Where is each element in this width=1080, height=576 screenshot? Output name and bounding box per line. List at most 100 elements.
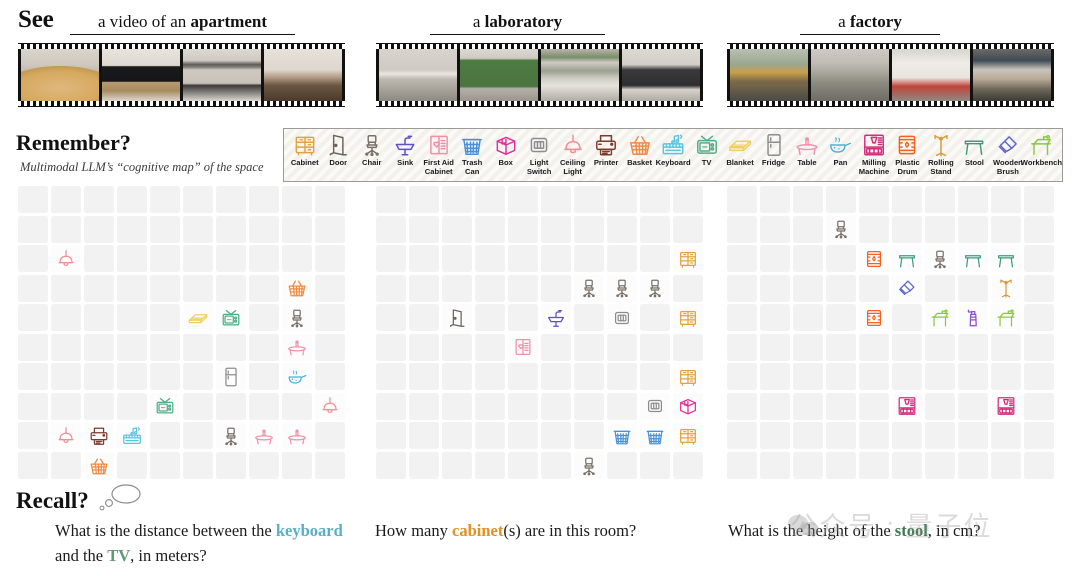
map-cell-empty	[441, 363, 473, 391]
table-icon	[794, 132, 820, 158]
map-cell-empty	[18, 245, 49, 273]
legend-item-stool: Stool	[958, 132, 991, 168]
map-cell-empty	[957, 333, 989, 361]
workbench-icon	[1028, 132, 1054, 158]
question-text: (s) are in this room?	[503, 521, 637, 540]
keyboard-icon	[660, 132, 686, 158]
map-cell-empty	[727, 392, 758, 420]
map-cell-empty	[759, 304, 791, 332]
map-cell-empty	[83, 333, 115, 361]
map-cell-empty	[792, 186, 824, 213]
map-cell-empty	[314, 245, 345, 273]
legend-item-label: Blanket	[726, 158, 754, 167]
legend-item-light-switch: Light Switch	[522, 132, 555, 176]
map-cell-empty	[248, 245, 280, 273]
map-cell-empty	[990, 186, 1022, 213]
map-cell-empty	[18, 304, 49, 332]
map-cell-empty	[573, 363, 605, 391]
map-cell-empty	[474, 422, 506, 450]
map-cell-trash-can	[606, 422, 638, 450]
tv-icon	[694, 132, 720, 158]
map-cell-empty	[507, 215, 539, 243]
door-icon	[325, 132, 351, 158]
cognitive-map-laboratory	[376, 186, 703, 479]
map-cell-printer	[83, 422, 115, 450]
remember-subtitle: Multimodal LLM’s “cognitive map” of the …	[20, 160, 264, 174]
map-cell-chair	[573, 452, 605, 479]
map-cell-empty	[573, 215, 605, 243]
map-cell-empty	[507, 304, 539, 332]
legend-item-first-aid-cabinet: First Aid Cabinet	[422, 132, 455, 176]
map-cell-empty	[540, 392, 572, 420]
map-cell-empty	[639, 215, 671, 243]
map-cell-cabinet	[672, 422, 703, 450]
thought-bubble-icon	[99, 484, 141, 511]
legend-item-ceiling-light: Ceiling Light	[556, 132, 589, 176]
map-cell-chair	[281, 304, 313, 332]
map-cell-empty	[215, 215, 247, 243]
map-cell-empty	[891, 304, 923, 332]
map-cell-empty	[825, 452, 857, 479]
map-cell-empty	[792, 245, 824, 273]
map-cell-empty	[924, 422, 956, 450]
map-cell-empty	[215, 333, 247, 361]
fridge-icon	[761, 132, 787, 158]
map-cell-empty	[1023, 333, 1054, 361]
map-cell-ceiling-light	[50, 245, 82, 273]
map-cell-empty	[474, 304, 506, 332]
map-cell-empty	[573, 245, 605, 273]
map-cell-empty	[314, 363, 345, 391]
map-cell-empty	[376, 452, 407, 479]
map-cell-empty	[408, 392, 440, 420]
map-cell-empty	[825, 363, 857, 391]
map-cell-empty	[50, 186, 82, 213]
map-cell-empty	[792, 304, 824, 332]
map-cell-empty	[858, 333, 890, 361]
map-cell-chair	[825, 215, 857, 243]
recall-heading: Recall?	[16, 488, 89, 513]
map-cell-table	[281, 422, 313, 450]
map-cell-wooden-brush	[891, 274, 923, 302]
question-keyword-keyboard: keyboard	[275, 521, 343, 540]
legend-item-label: Table	[797, 158, 817, 167]
map-cell-empty	[248, 363, 280, 391]
legend-item-rolling-stand: Rolling Stand	[924, 132, 957, 176]
map-cell-empty	[441, 333, 473, 361]
map-cell-door	[441, 304, 473, 332]
map-cell-empty	[116, 452, 148, 479]
video-frame	[183, 49, 261, 101]
map-cell-pan	[281, 363, 313, 391]
map-cell-empty	[825, 186, 857, 213]
map-cell-empty	[215, 274, 247, 302]
plastic-drum-icon	[894, 132, 920, 158]
map-cell-empty	[1023, 274, 1054, 302]
legend-item-label: Cabinet	[290, 158, 319, 167]
map-cell-empty	[18, 274, 49, 302]
map-cell-empty	[825, 304, 857, 332]
map-cell-empty	[182, 333, 214, 361]
legend-item-label: TV	[701, 158, 712, 167]
map-cell-empty	[314, 186, 345, 213]
map-cell-empty	[50, 452, 82, 479]
map-cell-empty	[540, 452, 572, 479]
map-cell-empty	[83, 392, 115, 420]
legend-item-label: Door	[329, 158, 348, 167]
map-cell-empty	[281, 392, 313, 420]
map-cell-tv	[215, 304, 247, 332]
legend-item-label: Milling Machine	[858, 158, 890, 176]
map-cell-empty	[281, 215, 313, 243]
scene-title-bold: factory	[849, 12, 902, 31]
map-cell-empty	[792, 215, 824, 243]
legend-item-blanket: Blanket	[723, 132, 756, 168]
map-cell-empty	[149, 186, 181, 213]
map-cell-empty	[606, 363, 638, 391]
map-cell-empty	[149, 215, 181, 243]
map-cell-table	[281, 333, 313, 361]
legend-item-sink: Sink	[388, 132, 421, 168]
map-cell-milling-machine	[891, 392, 923, 420]
map-cell-chair	[215, 422, 247, 450]
map-cell-empty	[248, 452, 280, 479]
map-cell-empty	[474, 392, 506, 420]
map-cell-trash-can	[639, 422, 671, 450]
question-text: and the	[55, 546, 108, 565]
